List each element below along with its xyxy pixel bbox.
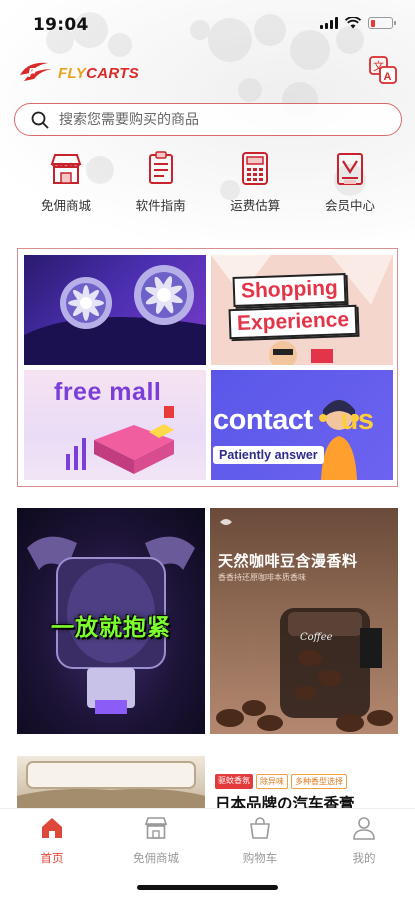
tab-home[interactable]: 首页	[12, 815, 92, 866]
quick-nav-shipping-estimate[interactable]: 运费估算	[219, 150, 291, 220]
free-mall-art	[66, 406, 174, 474]
quick-nav-label: 软件指南	[135, 198, 186, 213]
home-indicator[interactable]	[137, 885, 278, 890]
svg-text:F: F	[28, 65, 37, 80]
coffee-promo-title: 天然咖啡豆含漫香料	[218, 552, 358, 570]
search-bar[interactable]	[14, 103, 402, 136]
car-fan-product-image	[24, 265, 206, 365]
shopping-title: Shopping	[232, 273, 347, 307]
article-tag: 驱蚊香氛	[215, 774, 253, 789]
quick-nav-label: 会员中心	[324, 198, 375, 213]
search-icon	[31, 111, 49, 128]
banner-contact-us[interactable]: contact us Patiently answer	[211, 370, 393, 480]
cart-icon	[250, 817, 270, 839]
status-icons	[320, 17, 396, 29]
logo-mark-icon: F	[20, 62, 52, 81]
home-icon	[42, 818, 62, 838]
promo-row: 一放就抱紧 Coffee 天然咖啡豆含漫香料 香香持还原咖啡本质香味	[17, 508, 398, 734]
quick-nav-label: 运费估算	[230, 198, 281, 213]
promo-phone-holder[interactable]: 一放就抱紧	[17, 508, 205, 734]
car-interior-image[interactable]	[17, 756, 205, 808]
tab-cart[interactable]: 购物车	[220, 815, 300, 866]
status-bar: 19:04	[0, 0, 415, 48]
signal-icon	[320, 17, 338, 29]
status-time: 19:04	[33, 15, 89, 35]
tab-label: 免佣商城	[133, 851, 179, 865]
document-icon	[148, 151, 173, 184]
promo-coffee-fragrance[interactable]: Coffee 天然咖啡豆含漫香料 香香持还原咖啡本质香味	[210, 508, 398, 734]
svg-text:A: A	[384, 71, 392, 83]
banner-grid: Shopping Experience free mall contact us …	[17, 248, 398, 487]
user-icon	[353, 817, 375, 840]
quick-nav-label: 免佣商城	[40, 198, 91, 213]
article-tag: 多种香型选择	[291, 774, 347, 789]
tab-label: 首页	[40, 851, 64, 865]
quick-nav-member-center[interactable]: 会员中心	[314, 150, 386, 220]
quick-nav-software-guide[interactable]: 软件指南	[125, 150, 197, 220]
calculator-icon	[242, 152, 269, 185]
contact-subtitle: Patiently answer	[213, 446, 324, 464]
banner-shopping-experience[interactable]: Shopping Experience	[211, 255, 393, 365]
quick-nav-commission-free-mall[interactable]: 免佣商城	[30, 150, 102, 220]
store-icon	[50, 154, 82, 184]
flycarts-logo: F FLYCARTS	[18, 55, 139, 85]
tab-label: 购物车	[242, 851, 278, 865]
coffee-promo-subtitle: 香香持还原咖啡本质香味	[218, 573, 306, 582]
experience-title: Experience	[228, 304, 358, 340]
app-header: F FLYCARTS 文 A	[18, 55, 398, 91]
battery-icon	[368, 17, 396, 29]
article-title: 日本品牌の汽车香膏	[215, 795, 355, 808]
logo-text: FLYCARTS	[58, 64, 140, 82]
svg-text:Coffee: Coffee	[300, 632, 333, 643]
tab-profile[interactable]: 我的	[324, 815, 404, 866]
banner-free-mall[interactable]: free mall	[24, 370, 206, 480]
search-input[interactable]	[59, 111, 359, 128]
tab-label: 我的	[352, 851, 376, 865]
article-tags: 驱蚊香氛 除异味 多种香型选择	[215, 774, 398, 789]
wifi-icon	[345, 17, 361, 29]
article-tag: 除异味	[256, 774, 288, 789]
article-card-row: 驱蚊香氛 除异味 多种香型选择 日本品牌の汽车香膏	[17, 756, 398, 808]
store-icon	[144, 817, 168, 839]
tab-commission-free-mall[interactable]: 免佣商城	[116, 815, 196, 866]
car-interior-art	[17, 761, 205, 808]
phone-holder-slogan: 一放就抱紧	[51, 615, 171, 641]
translate-icon[interactable]: 文 A	[368, 55, 398, 85]
contact-us-title: contact us	[213, 404, 374, 436]
quick-nav: 免佣商城 软件指南 运费估算 会员中心	[30, 150, 386, 220]
article-card[interactable]: 驱蚊香氛 除异味 多种香型选择 日本品牌の汽车香膏	[215, 756, 398, 808]
member-card-icon	[336, 153, 363, 185]
coffee-fragrance-product-image: Coffee	[216, 519, 393, 732]
banner-car-fan[interactable]	[24, 255, 206, 365]
